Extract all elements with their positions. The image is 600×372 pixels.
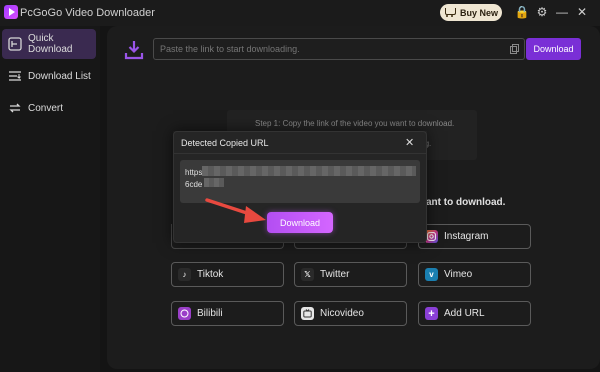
vimeo-icon: v <box>425 268 438 281</box>
step1-text: Step 1: Copy the link of the video you w… <box>255 119 455 128</box>
site-tile-twitter[interactable]: 𝕏 Twitter <box>294 262 407 287</box>
site-tile-tiktok[interactable]: ♪ Tiktok <box>171 262 284 287</box>
site-tile-bilibili[interactable]: Bilibili <box>171 301 284 326</box>
app-title: PcGoGo Video Downloader <box>20 7 155 19</box>
site-label: Bilibili <box>197 308 223 319</box>
dialog-download-button[interactable]: Download <box>267 212 333 233</box>
sidebar-item-download-list[interactable]: Download List <box>2 61 96 91</box>
sidebar-item-convert[interactable]: Convert <box>2 93 96 123</box>
close-icon[interactable]: ✕ <box>574 4 590 20</box>
download-button[interactable]: Download <box>526 38 581 60</box>
sites-heading: ant to download. <box>426 197 506 208</box>
title-bar: PcGoGo Video Downloader Buy New 🔒 ⚙ — ✕ <box>0 0 600 26</box>
sidebar-item-label: Download List <box>28 70 91 82</box>
cart-icon <box>444 8 456 17</box>
url-redaction <box>202 166 416 176</box>
bilibili-icon <box>178 307 191 320</box>
list-icon <box>8 69 22 83</box>
quick-download-icon <box>8 37 22 51</box>
lock-icon[interactable]: 🔒 <box>514 4 530 20</box>
buy-now-label: Buy New <box>459 7 498 18</box>
sidebar-item-label: Quick Download <box>28 33 73 55</box>
nicovideo-icon <box>301 307 314 320</box>
site-tile-vimeo[interactable]: v Vimeo <box>418 262 531 287</box>
dialog-header: Detected Copied URL ✕ <box>174 132 426 154</box>
site-tile-add-url[interactable]: + Add URL <box>418 301 531 326</box>
site-label: Tiktok <box>197 269 224 280</box>
site-label: Nicovideo <box>320 308 364 319</box>
buy-now-button[interactable]: Buy New <box>440 4 502 21</box>
sidebar-item-label: Convert <box>28 102 64 114</box>
convert-icon <box>8 101 22 115</box>
app-logo-icon <box>4 5 18 19</box>
url-redaction <box>204 178 224 187</box>
url-input[interactable] <box>153 38 525 60</box>
tiktok-icon: ♪ <box>178 268 191 281</box>
url-text-line1: https <box>185 168 203 177</box>
dialog-title: Detected Copied URL <box>181 138 269 148</box>
site-label: Vimeo <box>444 269 473 280</box>
red-arrow-icon <box>205 198 266 223</box>
site-label: Instagram <box>444 231 489 242</box>
paste-icon[interactable] <box>510 44 519 54</box>
site-label: Twitter <box>320 269 350 280</box>
site-label: Add URL <box>444 308 485 319</box>
sidebar: Quick Download Download List Convert <box>0 26 100 372</box>
sidebar-item-quick-download[interactable]: Quick Download <box>2 29 96 59</box>
site-tile-nicovideo[interactable]: Nicovideo <box>294 301 407 326</box>
detected-url-dialog: Detected Copied URL ✕ https 6cde Downloa… <box>173 131 427 243</box>
x-icon: 𝕏 <box>301 268 314 281</box>
add-icon: + <box>425 307 438 320</box>
site-tile-instagram[interactable]: Instagram <box>418 224 531 249</box>
dialog-close-icon[interactable]: ✕ <box>405 136 414 149</box>
settings-icon[interactable]: ⚙ <box>534 4 550 20</box>
download-icon <box>124 41 144 60</box>
minimize-icon[interactable]: — <box>554 4 570 20</box>
url-text-line2: 6cde <box>185 180 203 189</box>
